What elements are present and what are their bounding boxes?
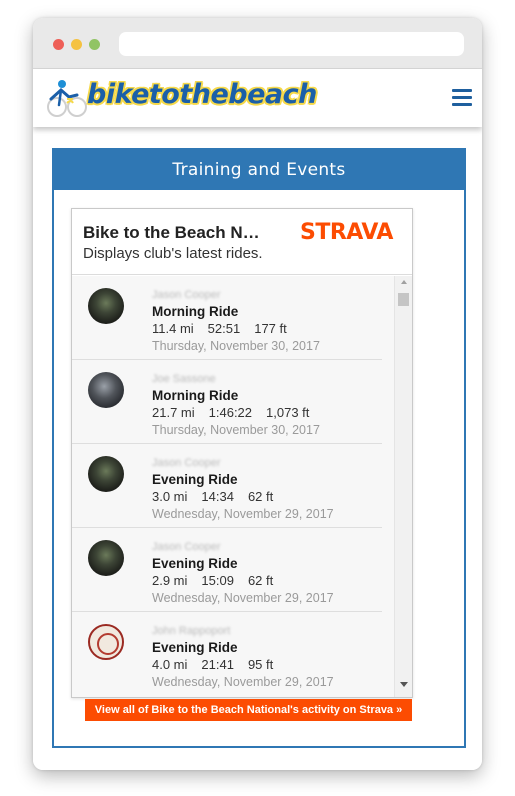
training-events-panel: Training and Events Bike to the Beach N…… [52,148,466,748]
activity-feed: Jason Cooper Morning Ride 11.4 mi 52:51 17… [72,276,394,697]
activity-stats: 3.0 mi 14:34 62 ft [152,489,287,504]
activity-distance: 21.7 mi [152,405,195,420]
close-window-dot[interactable] [53,39,64,50]
activity-stats: 4.0 mi 21:41 95 ft [152,657,287,672]
minimize-window-dot[interactable] [71,39,82,50]
activity-item[interactable]: Joe Sassone Morning Ride 21.7 mi 1:46:22 1… [72,360,382,444]
strava-club-widget: Bike to the Beach N… Displays club's lat… [71,208,413,698]
hamburger-menu-icon[interactable] [452,89,472,107]
view-all-strava-button[interactable]: View all of Bike to the Beach National's… [85,699,412,721]
activity-date: Wednesday, November 29, 2017 [152,591,334,605]
scroll-up-arrow-icon[interactable] [401,280,407,284]
site-logo[interactable]: biketothebeach [87,79,317,110]
scroll-thumb[interactable] [398,293,409,306]
activity-item[interactable]: John Rappoport Evening Ride 4.0 mi 21:41 9… [72,612,382,696]
activity-stats: 2.9 mi 15:09 62 ft [152,573,287,588]
athlete-name[interactable]: Jason Cooper [152,457,221,469]
athlete-avatar[interactable] [88,540,124,576]
bike-logo-icon[interactable] [43,75,89,121]
activity-distance: 3.0 mi [152,489,188,504]
browser-chrome [33,18,482,69]
club-description: Displays club's latest rides. [83,245,263,262]
activity-time: 1:46:22 [208,405,253,420]
activity-elevation: 177 ft [254,321,287,336]
athlete-name[interactable]: Jason Cooper [152,289,221,301]
activity-distance: 4.0 mi [152,657,188,672]
strava-logo[interactable]: STRAVA [300,220,393,245]
activity-title[interactable]: Morning Ride [152,388,238,403]
activity-title[interactable]: Morning Ride [152,304,238,319]
panel-title: Training and Events [54,150,464,190]
athlete-name[interactable]: Joe Sassone [152,373,216,385]
club-name[interactable]: Bike to the Beach N… [83,223,260,243]
activity-date: Thursday, November 30, 2017 [152,339,320,353]
scroll-down-arrow-icon[interactable] [400,682,408,687]
activity-distance: 11.4 mi [152,321,194,336]
athlete-avatar[interactable] [88,288,124,324]
feed-scrollbar[interactable] [394,276,412,697]
activity-elevation: 62 ft [247,573,274,588]
activity-item[interactable]: Jason Cooper Evening Ride 2.9 mi 15:09 62 … [72,528,382,612]
athlete-name[interactable]: Jason Cooper [152,541,221,553]
browser-window: biketothebeach Training and Events Bike … [33,18,482,770]
site-header: biketothebeach [33,69,482,127]
activity-date: Wednesday, November 29, 2017 [152,507,334,521]
athlete-avatar[interactable] [88,456,124,492]
widget-header: Bike to the Beach N… Displays club's lat… [72,209,412,275]
activity-stats: 11.4 mi 52:51 177 ft [152,321,301,336]
activity-elevation: 62 ft [247,489,274,504]
athlete-avatar[interactable] [88,372,124,408]
activity-date: Thursday, November 30, 2017 [152,423,320,437]
main-content: Training and Events Bike to the Beach N…… [33,127,482,770]
address-bar[interactable] [119,32,464,56]
activity-time: 15:09 [201,573,234,588]
athlete-name[interactable]: John Rappoport [152,625,230,637]
activity-elevation: 1,073 ft [266,405,310,420]
activity-time: 21:41 [201,657,234,672]
activity-date: Wednesday, November 29, 2017 [152,675,334,689]
activity-title[interactable]: Evening Ride [152,556,238,571]
maximize-window-dot[interactable] [89,39,100,50]
athlete-avatar[interactable] [88,624,124,660]
activity-item[interactable]: Jason Cooper Morning Ride 11.4 mi 52:51 17… [72,276,382,360]
activity-title[interactable]: Evening Ride [152,640,238,655]
activity-time: 52:51 [207,321,241,336]
activity-elevation: 95 ft [247,657,274,672]
activity-item[interactable]: Jason Cooper Evening Ride 3.0 mi 14:34 62 … [72,444,382,528]
activity-stats: 21.7 mi 1:46:22 1,073 ft [152,405,323,420]
activity-time: 14:34 [201,489,234,504]
activity-title[interactable]: Evening Ride [152,472,238,487]
activity-distance: 2.9 mi [152,573,188,588]
